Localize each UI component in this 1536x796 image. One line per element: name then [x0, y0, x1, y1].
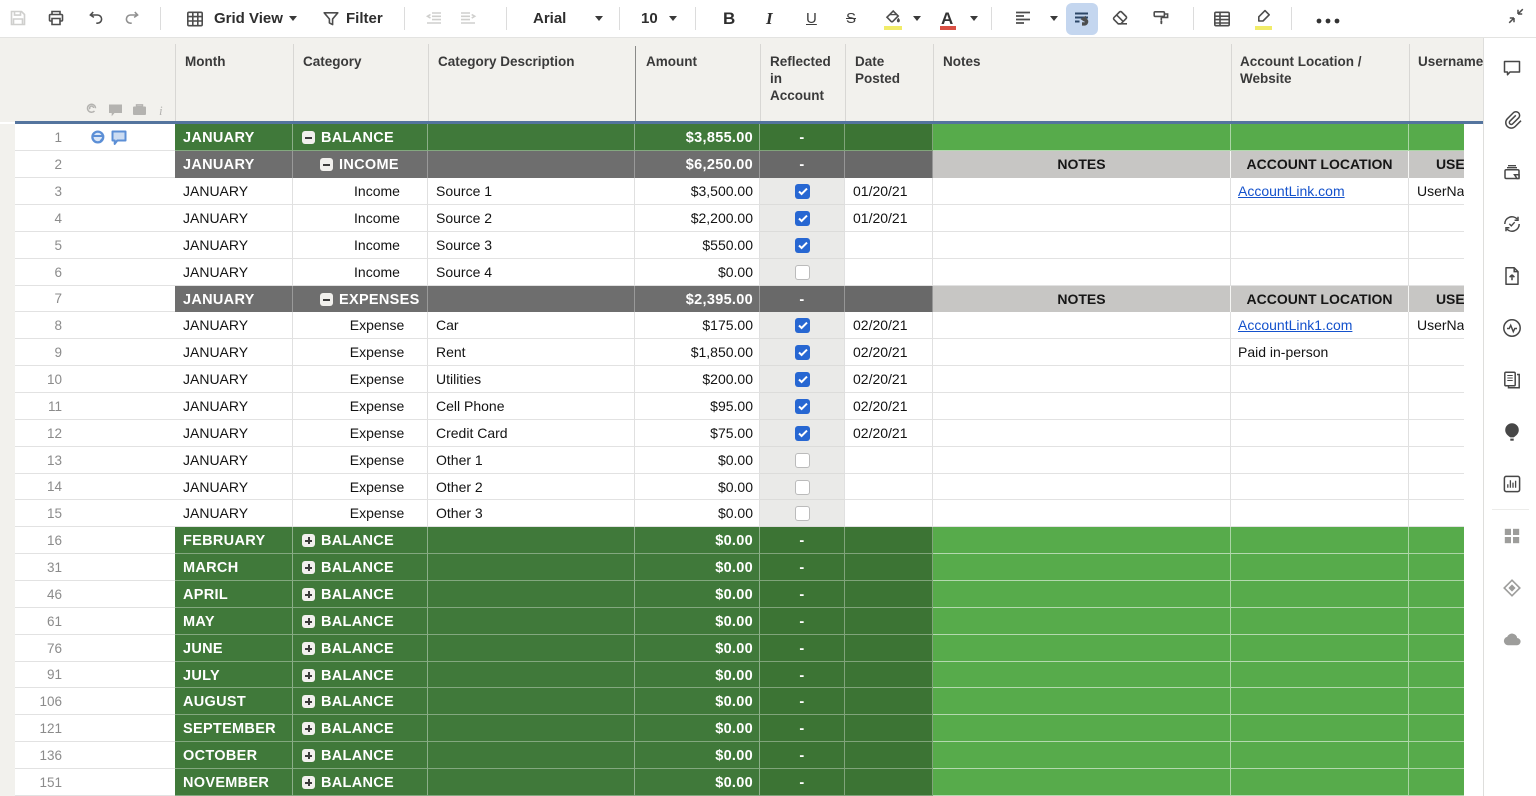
svg-text:i: i — [159, 103, 163, 118]
